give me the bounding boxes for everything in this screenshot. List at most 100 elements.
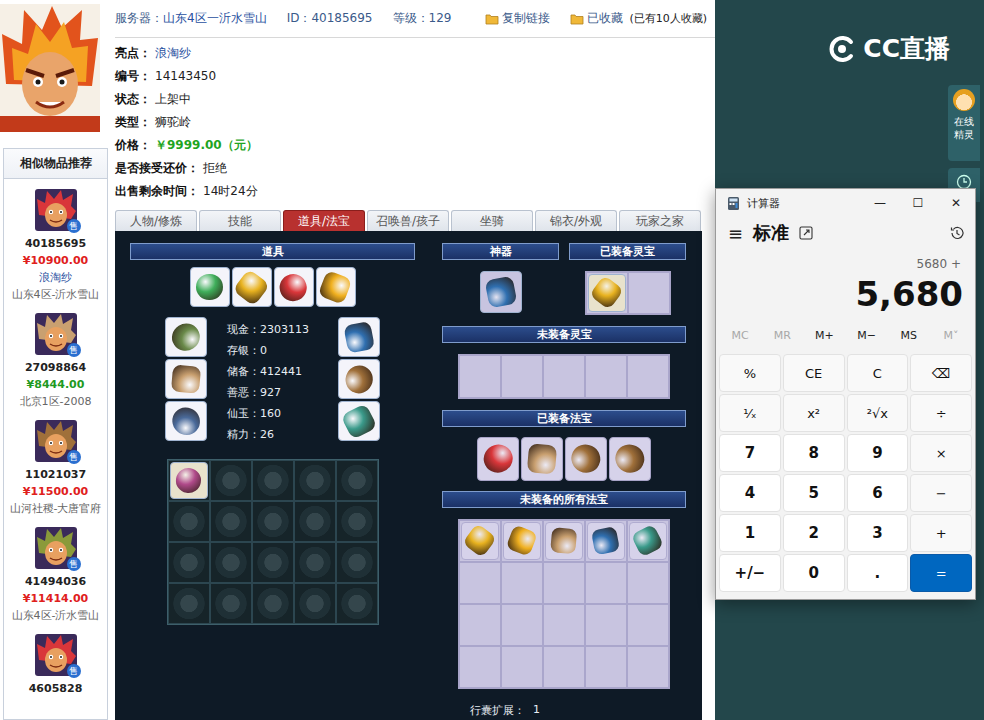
online-sprite-widget[interactable]: 在线精灵	[948, 85, 980, 161]
treasure-slot[interactable]	[501, 646, 543, 688]
similar-item[interactable]: 售27098864¥8444.00北京1区-2008	[4, 303, 107, 410]
treasure-slot[interactable]	[585, 604, 627, 646]
calculator-key[interactable]: C	[847, 354, 909, 392]
calculator-key[interactable]: +	[910, 514, 972, 552]
inventory-slot[interactable]	[252, 542, 294, 583]
treasure-slot[interactable]	[543, 562, 585, 604]
calculator-key[interactable]: .	[847, 554, 909, 592]
inventory-slot[interactable]	[168, 501, 210, 542]
calculator-key[interactable]: =	[910, 554, 972, 592]
copy-link-button[interactable]: 复制链接	[485, 10, 550, 27]
calculator-key[interactable]: 0	[783, 554, 845, 592]
inventory-slot[interactable]	[210, 583, 252, 624]
similar-item[interactable]: 售11021037¥11500.00山河社稷-大唐官府	[4, 410, 107, 517]
inventory-slot[interactable]	[168, 583, 210, 624]
treasure-icon[interactable]	[503, 522, 541, 560]
inventory-slot[interactable]	[336, 501, 378, 542]
treasure-slot[interactable]	[459, 646, 501, 688]
treasure-icon[interactable]	[629, 522, 667, 560]
treasure-slot[interactable]	[543, 520, 585, 562]
inventory-slot[interactable]	[168, 460, 210, 501]
spirit-slot[interactable]	[627, 355, 669, 398]
prop-icon[interactable]	[316, 267, 356, 307]
spirit-slot[interactable]	[628, 272, 670, 314]
treasure-slot[interactable]	[627, 604, 669, 646]
spirit-slot[interactable]	[501, 355, 543, 398]
treasure-slot[interactable]	[459, 562, 501, 604]
inventory-slot[interactable]	[252, 583, 294, 624]
prop-icon[interactable]	[232, 267, 272, 307]
tab[interactable]: 技能	[199, 210, 281, 231]
treasure-slot[interactable]	[585, 562, 627, 604]
inventory-slot[interactable]	[210, 542, 252, 583]
calculator-key[interactable]: 6	[847, 474, 909, 512]
tab[interactable]: 坐骑	[451, 210, 533, 231]
calculator-key[interactable]: 7	[719, 434, 781, 472]
calculator-key[interactable]: ×	[910, 434, 972, 472]
inventory-slot[interactable]	[168, 542, 210, 583]
inventory-slot[interactable]	[252, 460, 294, 501]
calculator-key[interactable]: ²√x	[847, 394, 909, 432]
prop-icon[interactable]	[190, 267, 230, 307]
treasure-slot[interactable]	[585, 520, 627, 562]
memory-button[interactable]: MC	[719, 325, 761, 347]
similar-item[interactable]: 售40185695¥10900.00浪淘纱山东4区-沂水雪山	[4, 179, 107, 303]
calculator-key[interactable]: 2	[783, 514, 845, 552]
similar-item[interactable]: 售41494036¥11414.00山东4区-沂水雪山	[4, 517, 107, 624]
calculator-key[interactable]: 1	[719, 514, 781, 552]
inventory-slot[interactable]	[210, 460, 252, 501]
treasure-icon[interactable]	[587, 522, 625, 560]
memory-button[interactable]: MS	[888, 325, 930, 347]
keep-on-top-icon[interactable]	[799, 226, 813, 240]
window-control-button[interactable]: —	[861, 189, 899, 217]
spirit-slot[interactable]	[543, 355, 585, 398]
inventory-slot[interactable]	[252, 501, 294, 542]
history-icon[interactable]	[949, 225, 965, 241]
calculator-key[interactable]: 4	[719, 474, 781, 512]
treasure-slot[interactable]	[459, 604, 501, 646]
treasure-icon[interactable]	[461, 522, 499, 560]
treasure-slot[interactable]	[543, 604, 585, 646]
treasure-slot[interactable]	[501, 520, 543, 562]
calculator-key[interactable]: %	[719, 354, 781, 392]
similar-item[interactable]: 售4605828	[4, 624, 107, 697]
tab[interactable]: 锦衣/外观	[535, 210, 617, 231]
calculator-key[interactable]: 3	[847, 514, 909, 552]
spirit-slot[interactable]	[585, 355, 627, 398]
spirit-icon[interactable]	[588, 274, 626, 312]
treasure-icon[interactable]	[545, 522, 583, 560]
prop-icon[interactable]	[274, 267, 314, 307]
inventory-slot[interactable]	[294, 501, 336, 542]
calculator-window[interactable]: 计算器—☐✕≡标准5680 +5,680MCMRM+M−MSM˅%CEC⌫¹⁄ₓ…	[715, 188, 976, 600]
treasure-icon[interactable]	[565, 437, 607, 481]
info-value[interactable]: 浪淘纱	[155, 42, 191, 65]
treasure-slot[interactable]	[627, 520, 669, 562]
equipment-icon[interactable]	[165, 359, 207, 399]
memory-button[interactable]: M−	[846, 325, 888, 347]
equipment-icon[interactable]	[165, 317, 207, 357]
treasure-slot[interactable]	[585, 646, 627, 688]
artifact-icon[interactable]	[480, 271, 522, 313]
equipment-icon[interactable]	[338, 401, 380, 441]
treasure-slot[interactable]	[627, 562, 669, 604]
calculator-key[interactable]: x²	[783, 394, 845, 432]
calculator-title-bar[interactable]: 计算器—☐✕	[716, 189, 975, 217]
treasure-slot[interactable]	[459, 520, 501, 562]
spirit-slot[interactable]	[586, 272, 628, 314]
tab[interactable]: 玩家之家	[619, 210, 701, 231]
calculator-key[interactable]: ÷	[910, 394, 972, 432]
tab[interactable]: 道具/法宝	[283, 210, 365, 231]
memory-button[interactable]: M+	[803, 325, 845, 347]
window-control-button[interactable]: ☐	[899, 189, 937, 217]
memory-button[interactable]: M˅	[930, 325, 972, 347]
inventory-slot[interactable]	[294, 542, 336, 583]
inventory-slot[interactable]	[210, 501, 252, 542]
treasure-icon[interactable]	[609, 437, 651, 481]
inventory-slot[interactable]	[336, 460, 378, 501]
calculator-key[interactable]: ⌫	[910, 354, 972, 392]
calculator-key[interactable]: +/−	[719, 554, 781, 592]
spirit-slot[interactable]	[459, 355, 501, 398]
tab[interactable]: 人物/修炼	[115, 210, 197, 231]
calculator-key[interactable]: 9	[847, 434, 909, 472]
inventory-slot[interactable]	[336, 583, 378, 624]
